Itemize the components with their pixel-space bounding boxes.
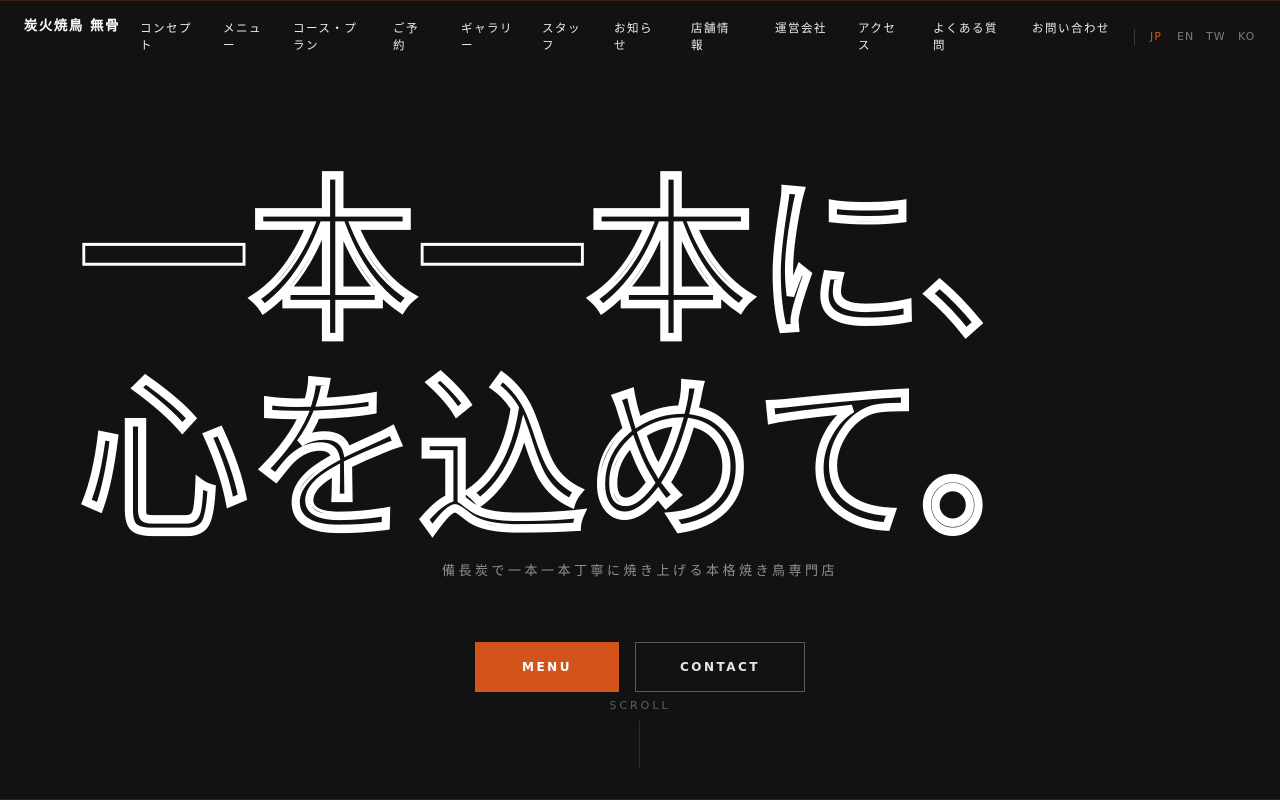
language-ko[interactable]: KO (1238, 30, 1255, 44)
nav-item-company[interactable]: 運営会社 (775, 20, 829, 37)
nav-item-reservation[interactable]: ご予約 (393, 20, 421, 54)
nav-item-contact[interactable]: お問い合わせ (1032, 20, 1114, 37)
hero-page: 炭火焼鳥 無骨 コンセプト メニュー コース・プラン ご予約 ギャラリー スタッ… (0, 0, 1280, 800)
nav-item-menu[interactable]: メニュー (223, 20, 263, 54)
hero-heading-line1: 一本一本に、 (79, 160, 1089, 365)
nav-item-course-plan[interactable]: コース・プラン (293, 20, 361, 54)
menu-button[interactable]: MENU (475, 642, 619, 692)
nav-item-staff[interactable]: スタッフ (542, 20, 582, 54)
hero-heading-line2: 心を込めて。 (79, 358, 1089, 563)
language-en[interactable]: EN (1177, 30, 1194, 44)
scroll-indicator-line (639, 721, 640, 769)
nav-item-concept[interactable]: コンセプト (140, 20, 194, 54)
hero-tagline: 備長炭で一本一本丁寧に焼き上げる本格焼き鳥専門店 (441, 564, 838, 579)
language-tw[interactable]: TW (1206, 30, 1226, 44)
language-divider (1134, 29, 1135, 45)
site-logo[interactable]: 炭火焼鳥 無骨 (24, 17, 124, 36)
language-jp[interactable]: JP (1150, 30, 1162, 44)
nav-item-faq[interactable]: よくある質問 (933, 20, 1001, 54)
nav-item-store-info[interactable]: 店舗情報 (691, 20, 731, 54)
contact-button[interactable]: CONTACT (635, 642, 805, 692)
nav-item-news[interactable]: お知らせ (614, 20, 654, 54)
scroll-indicator-label: SCROLL (609, 699, 671, 712)
site-header: 炭火焼鳥 無骨 コンセプト メニュー コース・プラン ご予約 ギャラリー スタッ… (0, 1, 1280, 71)
nav-item-access[interactable]: アクセス (858, 20, 898, 54)
nav-item-gallery[interactable]: ギャラリー (461, 20, 515, 54)
